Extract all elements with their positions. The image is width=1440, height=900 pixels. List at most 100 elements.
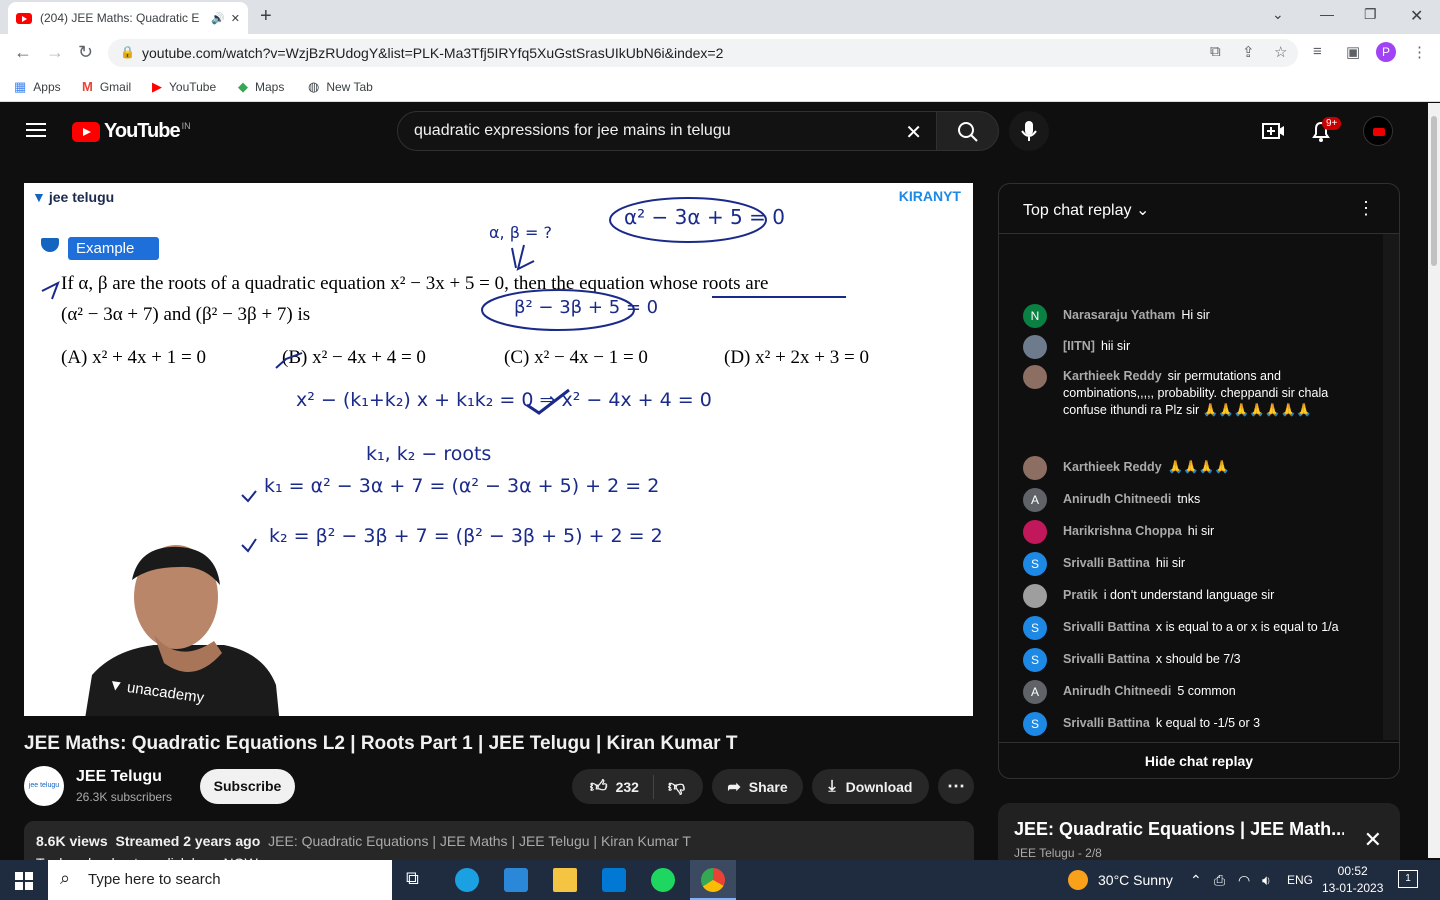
chat-message[interactable]: S Srivalli Battina hii sir <box>1023 552 1363 576</box>
video-player[interactable]: ▼ jee telugu KIRANYT Example If α, β are… <box>24 183 973 716</box>
weather-sun-icon[interactable] <box>1068 870 1088 890</box>
task-view-icon[interactable]: ⧉ <box>406 868 430 892</box>
spotify-icon[interactable] <box>651 868 675 892</box>
chat-author-avatar[interactable] <box>1023 335 1047 359</box>
tab-search-icon[interactable]: ⌄ <box>1272 6 1284 23</box>
chat-author-avatar[interactable]: N <box>1023 304 1047 328</box>
reload-icon[interactable]: ↻ <box>78 42 93 63</box>
close-playlist-icon[interactable]: ✕ <box>1364 827 1382 853</box>
chat-message[interactable]: N Narasaraju Yatham Hi sir <box>1023 304 1363 328</box>
chat-menu-icon[interactable]: ⋮ <box>1357 198 1375 219</box>
browser-tab[interactable]: (204) JEE Maths: Quadratic E 🔊 ✕ <box>8 2 248 34</box>
share-button[interactable]: ➦ Share <box>712 769 803 804</box>
like-button[interactable]: 👍︎ 232 <box>590 774 654 799</box>
language-indicator[interactable]: ENG <box>1287 873 1313 887</box>
chat-author-name[interactable]: Srivalli Battina <box>1063 652 1150 666</box>
chat-author-name[interactable]: [IITN] <box>1063 339 1095 353</box>
bookmark-apps[interactable]: ▦ Apps <box>14 79 61 95</box>
lock-icon[interactable]: 🔒 <box>120 45 135 59</box>
volume-icon[interactable]: 🔉︎ <box>1262 872 1271 889</box>
clock[interactable]: 00:52 13-01-2023 <box>1322 863 1383 897</box>
chat-message[interactable]: Karthieek Reddy sir permutations and comb… <box>1023 365 1363 419</box>
chat-author-avatar[interactable]: S <box>1023 552 1047 576</box>
weather-text[interactable]: 30°C Sunny <box>1098 872 1173 888</box>
dislike-button[interactable]: 👎︎ <box>654 776 685 797</box>
chat-author-avatar[interactable]: A <box>1023 680 1047 704</box>
close-window-button[interactable]: ✕ <box>1410 6 1423 26</box>
channel-avatar[interactable]: jee telugu <box>24 766 64 806</box>
more-actions-button[interactable]: ⋯ <box>938 769 974 804</box>
chrome-menu-icon[interactable]: ⋮ <box>1412 43 1427 61</box>
chat-author-avatar[interactable]: S <box>1023 712 1047 736</box>
chat-author-name[interactable]: Srivalli Battina <box>1063 556 1150 570</box>
chrome-taskbar-button[interactable] <box>690 860 736 900</box>
windows-start-icon[interactable] <box>15 872 33 890</box>
chat-message[interactable]: Harikrishna Choppa hi sir <box>1023 520 1363 544</box>
chat-scrollbar[interactable] <box>1383 234 1399 740</box>
chat-author-avatar[interactable] <box>1023 584 1047 608</box>
chat-author-name[interactable]: Karthieek Reddy <box>1063 369 1162 383</box>
bookmark-star-icon[interactable]: ☆ <box>1274 43 1287 61</box>
chat-message[interactable]: S Srivalli Battina x is equal to a or x is… <box>1023 616 1363 640</box>
chat-message[interactable]: A Anirudh Chitneedi 5 common <box>1023 680 1363 704</box>
description-tags[interactable]: JEE: Quadratic Equations | JEE Maths | J… <box>268 833 691 849</box>
bookmark-maps[interactable]: ◆ Maps <box>238 79 284 95</box>
chat-author-name[interactable]: Karthieek Reddy <box>1063 460 1162 474</box>
search-input[interactable]: quadratic expressions for jee mains in t… <box>397 111 937 151</box>
profile-avatar[interactable]: P <box>1376 42 1396 62</box>
hide-chat-replay-button[interactable]: Hide chat replay <box>999 742 1399 778</box>
taskbar-search-input[interactable]: ⌕ Type here to search <box>48 860 392 900</box>
bookmark-gmail[interactable]: M Gmail <box>82 79 131 94</box>
file-explorer-icon[interactable] <box>553 868 577 892</box>
subscribe-button[interactable]: Subscribe <box>200 769 295 804</box>
chat-message[interactable]: A Anirudh Chitneedi tnks <box>1023 488 1363 512</box>
chat-author-avatar[interactable] <box>1023 365 1047 389</box>
wifi-icon[interactable]: ◠ <box>1238 872 1250 889</box>
chat-author-name[interactable]: Srivalli Battina <box>1063 716 1150 730</box>
chat-author-name[interactable]: Narasaraju Yatham <box>1063 308 1175 322</box>
chat-author-name[interactable]: Srivalli Battina <box>1063 620 1150 634</box>
bookmark-youtube[interactable]: ▶ YouTube <box>152 79 216 95</box>
chat-author-name[interactable]: Pratik <box>1063 588 1098 602</box>
side-panel-icon[interactable]: ▣ <box>1346 43 1360 61</box>
chat-author-avatar[interactable] <box>1023 520 1047 544</box>
chat-mode-dropdown[interactable]: Top chat replay ⌄ <box>1023 202 1149 219</box>
chat-author-name[interactable]: Anirudh Chitneedi <box>1063 492 1171 506</box>
search-button[interactable] <box>936 111 999 151</box>
notification-center-icon[interactable]: 1 <box>1398 870 1418 888</box>
voice-search-button[interactable] <box>1009 111 1049 151</box>
chat-author-name[interactable]: Anirudh Chitneedi <box>1063 684 1171 698</box>
share-page-icon[interactable]: ⇪ <box>1242 43 1255 61</box>
playlist-title[interactable]: JEE: Quadratic Equations | JEE Math... <box>1014 819 1344 840</box>
close-tab-icon[interactable]: ✕ <box>231 12 240 25</box>
chat-author-avatar[interactable]: S <box>1023 648 1047 672</box>
channel-name[interactable]: JEE Telugu <box>76 768 162 786</box>
omnibox[interactable]: 🔒 youtube.com/watch?v=WzjBzRUdogY&list=P… <box>108 39 1298 67</box>
chat-message[interactable]: S Srivalli Battina k equal to -1/5 or 3 <box>1023 712 1363 736</box>
open-in-app-icon[interactable]: ⧉ <box>1210 43 1221 60</box>
clear-search-icon[interactable]: ✕ <box>905 120 922 145</box>
account-avatar[interactable] <box>1363 116 1393 146</box>
chat-message[interactable]: Pratik i don't understand language sir <box>1023 584 1363 608</box>
page-scroll-thumb[interactable] <box>1431 116 1437 266</box>
chat-author-name[interactable]: Harikrishna Choppa <box>1063 524 1182 538</box>
download-button[interactable]: ⤓ Download <box>812 769 929 804</box>
audio-playing-icon[interactable]: 🔊 <box>211 12 225 25</box>
remote-app-icon[interactable] <box>602 868 626 892</box>
minimize-button[interactable]: — <box>1320 6 1334 22</box>
chat-message[interactable]: S Srivalli Battina x should be 7/3 <box>1023 648 1363 672</box>
device-icon[interactable]: ⎙ <box>1214 872 1225 889</box>
chat-author-avatar[interactable]: A <box>1023 488 1047 512</box>
back-icon[interactable]: ← <box>14 42 32 63</box>
youtube-logo[interactable]: YouTube IN <box>72 120 191 143</box>
forward-icon[interactable]: → <box>46 42 64 63</box>
edge-browser-icon[interactable] <box>455 868 479 892</box>
bookmark-new-tab[interactable]: ◍ New Tab <box>308 79 373 95</box>
microsoft-store-icon[interactable] <box>504 868 528 892</box>
create-video-icon[interactable] <box>1261 119 1285 143</box>
reading-list-icon[interactable]: ≡ <box>1313 43 1322 60</box>
chat-message[interactable]: [IITN] hii sir <box>1023 335 1363 359</box>
playlist-panel[interactable]: JEE: Quadratic Equations | JEE Math... J… <box>998 803 1400 863</box>
hidden-icons-chevron-icon[interactable]: ⌃ <box>1190 872 1202 889</box>
chat-author-avatar[interactable] <box>1023 456 1047 480</box>
